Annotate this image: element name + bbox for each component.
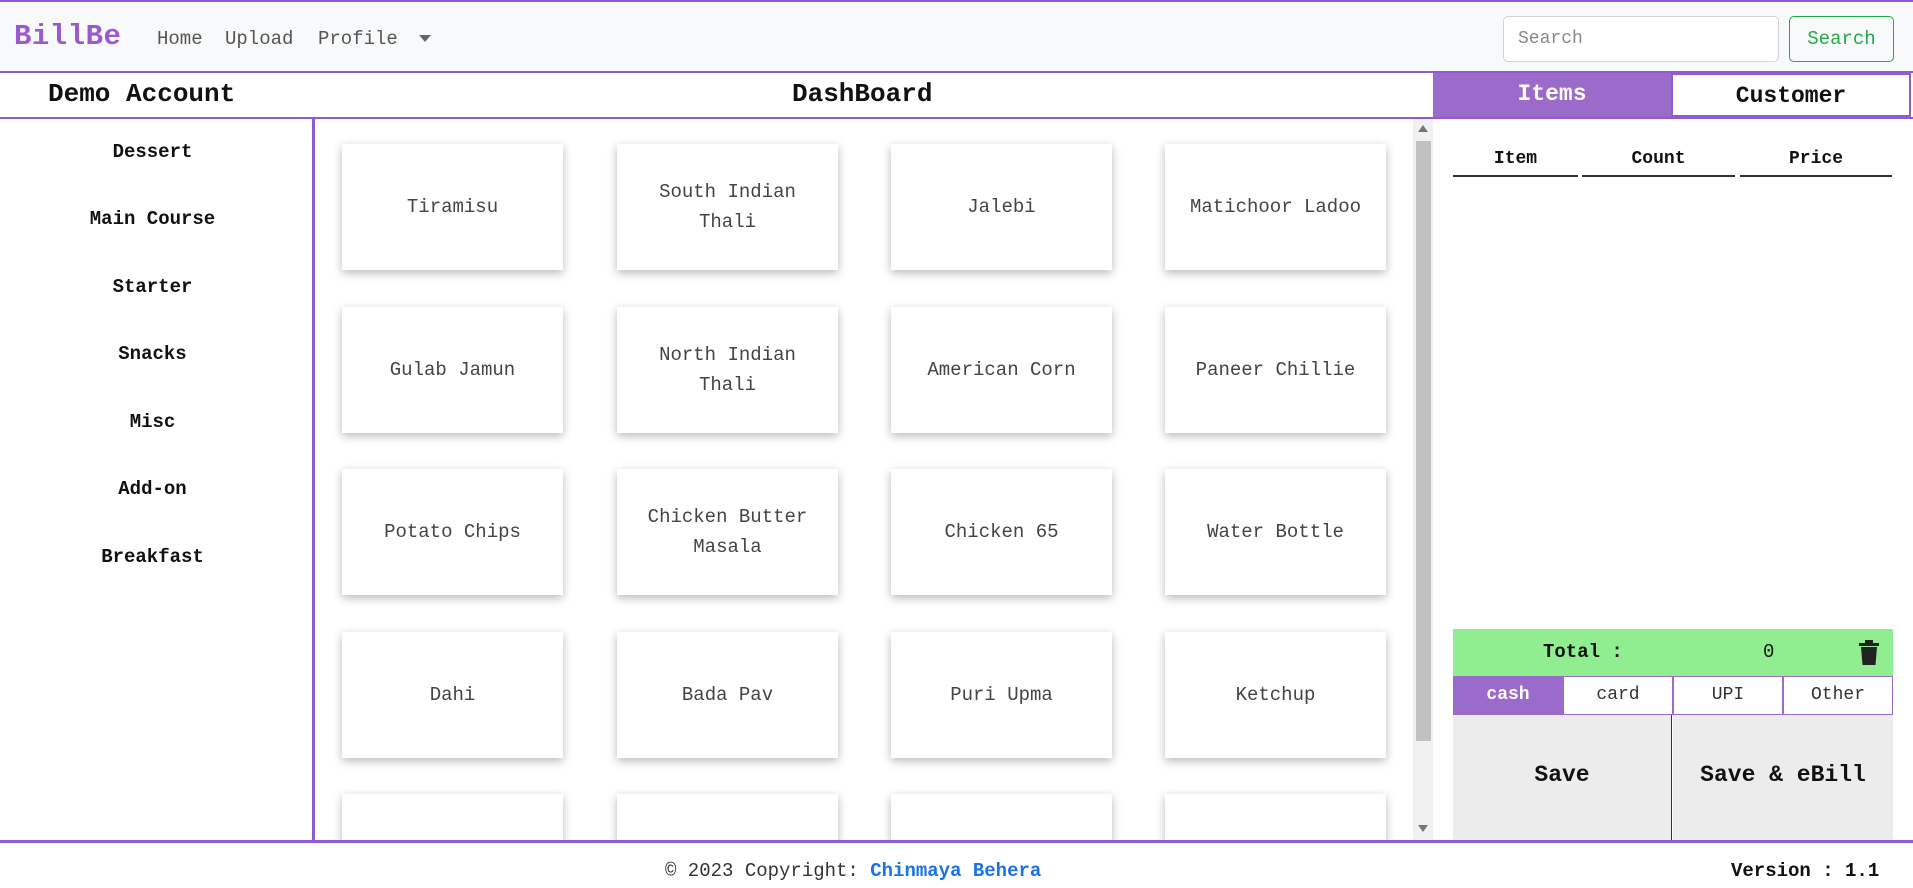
sidebar-item-starter[interactable]: Starter — [0, 276, 305, 298]
menu-item-card[interactable]: Tiramisu — [342, 144, 563, 270]
payment-card-button[interactable]: card — [1563, 676, 1673, 715]
sidebar-item-dessert[interactable]: Dessert — [0, 141, 305, 163]
author-link[interactable]: Chinmaya Behera — [870, 860, 1041, 882]
copyright-text: © 2023 Copyright: Chinmaya Behera — [665, 860, 1041, 882]
menu-item-grid: Tiramisu South Indian Thali Jalebi Matic… — [315, 119, 1413, 840]
scroll-down-arrow-icon[interactable] — [1418, 825, 1428, 832]
sidebar-item-main-course[interactable]: Main Course — [0, 208, 305, 230]
category-sidebar: Dessert Main Course Starter Snacks Misc … — [0, 119, 315, 840]
nav-upload-link[interactable]: Upload — [225, 28, 293, 50]
total-value: 0 — [1763, 641, 1775, 663]
menu-item-card[interactable]: North Indian Thali — [617, 307, 838, 433]
sidebar-item-misc[interactable]: Misc — [0, 411, 305, 433]
scroll-up-arrow-icon[interactable] — [1418, 125, 1428, 132]
total-label: Total : — [1543, 641, 1623, 663]
scrollbar-thumb[interactable] — [1416, 141, 1431, 741]
tab-customer[interactable]: Customer — [1671, 73, 1911, 117]
total-bar: Total : 0 — [1453, 629, 1893, 676]
grid-scrollbar[interactable] — [1413, 119, 1433, 840]
bill-column-price: Price — [1740, 149, 1892, 177]
payment-cash-button[interactable]: cash — [1453, 676, 1563, 715]
nav-home-link[interactable]: Home — [157, 28, 203, 50]
save-button[interactable]: Save — [1453, 715, 1672, 840]
account-name: Demo Account — [48, 79, 236, 109]
menu-item-card[interactable]: American Corn — [891, 307, 1112, 433]
bill-column-item: Item — [1453, 149, 1578, 177]
save-ebill-button[interactable]: Save & eBill — [1673, 715, 1893, 840]
payment-upi-button[interactable]: UPI — [1673, 676, 1783, 715]
menu-item-card[interactable]: Gulab Jamun — [342, 307, 563, 433]
menu-item-card[interactable] — [617, 794, 838, 840]
menu-item-card[interactable]: Bada Pav — [617, 632, 838, 758]
menu-item-card[interactable]: Water Bottle — [1165, 469, 1386, 595]
sidebar-item-breakfast[interactable]: Breakfast — [0, 546, 305, 568]
menu-item-card[interactable]: Chicken 65 — [891, 469, 1112, 595]
tab-items[interactable]: Items — [1433, 73, 1671, 117]
version-label: Version : 1.1 — [1731, 860, 1880, 882]
bill-panel: Item Count Price Total : 0 cash card UPI… — [1433, 119, 1913, 840]
header-row: Demo Account DashBoard Items Customer — [0, 73, 1913, 119]
trash-icon[interactable] — [1857, 640, 1881, 666]
menu-item-card[interactable] — [1165, 794, 1386, 840]
chevron-down-icon[interactable] — [419, 35, 431, 42]
menu-item-card[interactable]: Paneer Chillie — [1165, 307, 1386, 433]
menu-item-card[interactable]: Jalebi — [891, 144, 1112, 270]
copyright-prefix: © 2023 Copyright: — [665, 860, 859, 882]
menu-item-card[interactable]: Potato Chips — [342, 469, 563, 595]
menu-item-card[interactable]: Dahi — [342, 632, 563, 758]
menu-item-card[interactable] — [342, 794, 563, 840]
brand-logo[interactable]: BillBe — [14, 20, 121, 53]
bill-column-count: Count — [1582, 149, 1735, 177]
menu-item-card[interactable]: Puri Upma — [891, 632, 1112, 758]
menu-item-card[interactable]: Chicken Butter Masala — [617, 469, 838, 595]
menu-item-card[interactable]: South Indian Thali — [617, 144, 838, 270]
footer: © 2023 Copyright: Chinmaya Behera Versio… — [0, 840, 1913, 888]
sidebar-item-add-on[interactable]: Add-on — [0, 478, 305, 500]
search-input[interactable] — [1503, 16, 1779, 62]
navbar: BillBe Home Upload Profile Search — [0, 0, 1913, 73]
menu-item-card[interactable]: Ketchup — [1165, 632, 1386, 758]
sidebar-item-snacks[interactable]: Snacks — [0, 343, 305, 365]
menu-item-card[interactable] — [891, 794, 1112, 840]
nav-profile-link[interactable]: Profile — [318, 28, 398, 50]
payment-other-button[interactable]: Other — [1783, 676, 1893, 715]
page-title: DashBoard — [792, 79, 933, 109]
menu-item-card[interactable]: Matichoor Ladoo — [1165, 144, 1386, 270]
search-button[interactable]: Search — [1789, 16, 1894, 62]
